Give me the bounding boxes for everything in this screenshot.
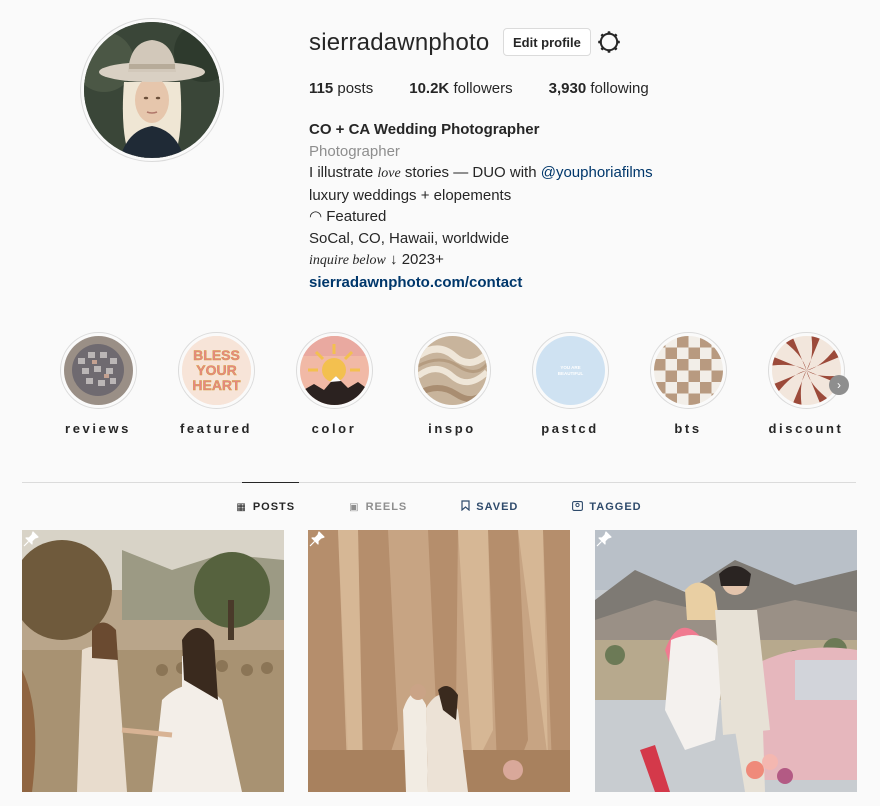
highlight-label[interactable]: bts bbox=[629, 421, 747, 436]
tab-label[interactable]: SAVED bbox=[476, 501, 518, 513]
active-tab-indicator bbox=[242, 482, 299, 483]
bio-mention-link[interactable]: @youphoriafilms bbox=[541, 164, 653, 181]
bio-line-1-pre: I illustrate bbox=[309, 164, 378, 181]
highlight-art-text-line1: BLESS bbox=[193, 347, 240, 363]
highlight-label[interactable]: reviews bbox=[39, 421, 157, 436]
highlight-ring[interactable]: YOU ARE BEAUTIFUL bbox=[531, 332, 609, 409]
bio-line-3: ◠ Featured bbox=[309, 208, 387, 225]
followers-count[interactable]: 10.2K bbox=[409, 80, 449, 97]
post-tile-3[interactable] bbox=[595, 530, 857, 792]
highlight-ring[interactable]: BLESS YOUR HEART bbox=[177, 332, 255, 409]
profile-avatar-ring[interactable] bbox=[80, 18, 224, 162]
highlight-bts[interactable]: bts bbox=[629, 332, 747, 436]
stat-followers[interactable]: 10.2K followers bbox=[409, 80, 512, 97]
post-photo-ceremony[interactable] bbox=[22, 530, 284, 792]
story-highlights: reviews BLESS YOUR HEART featured color … bbox=[40, 332, 880, 442]
profile-stats: 115 posts 10.2K followers 3,930 followin… bbox=[309, 80, 685, 97]
tab-label[interactable]: POSTS bbox=[253, 501, 295, 513]
highlight-inspo[interactable]: inspo bbox=[393, 332, 511, 436]
highlight-cover-checkerboard[interactable] bbox=[653, 336, 723, 405]
bio-line-4: SoCal, CO, Hawaii, worldwide bbox=[309, 229, 510, 247]
highlights-next-arrow-icon[interactable]: › bbox=[829, 375, 849, 395]
post-photo-canyon-kiss[interactable] bbox=[308, 530, 570, 792]
highlight-cover-you-are-beautiful[interactable]: YOU ARE BEAUTIFUL bbox=[535, 336, 605, 405]
highlight-label[interactable]: discount bbox=[747, 421, 865, 436]
reels-icon: ▣ bbox=[349, 501, 360, 513]
following-count[interactable]: 3,930 bbox=[549, 80, 587, 97]
highlight-cover-disco-ball[interactable] bbox=[63, 336, 133, 405]
highlight-cover-sunset-mountain[interactable] bbox=[299, 336, 369, 405]
highlight-pastcd[interactable]: YOU ARE BEAUTIFUL pastcd bbox=[511, 332, 629, 436]
profile-tabs: ▦ POSTS ▣ REELS SAVED TAGGED bbox=[22, 500, 856, 514]
bio-category: Photographer bbox=[309, 142, 400, 160]
bookmark-icon bbox=[461, 500, 470, 514]
highlight-art-text-line2: BEAUTIFUL bbox=[557, 371, 583, 376]
posts-label: posts bbox=[337, 80, 374, 97]
post-tile-2[interactable] bbox=[308, 530, 570, 792]
highlight-art-text-line2: YOUR bbox=[196, 362, 236, 378]
bio-line-5: inquire below ↓ 2023+ bbox=[309, 249, 653, 272]
highlight-cover-marble-swirl[interactable] bbox=[417, 336, 487, 405]
bio-line-5-rest: ↓ 2023+ bbox=[385, 251, 444, 268]
tab-saved[interactable]: SAVED bbox=[461, 500, 518, 514]
bio-name: CO + CA Wedding Photographer bbox=[309, 121, 540, 138]
pin-icon bbox=[23, 531, 39, 547]
highlight-color[interactable]: color bbox=[275, 332, 393, 436]
highlight-label[interactable]: featured bbox=[157, 421, 275, 436]
highlight-cover-bless-your-heart[interactable]: BLESS YOUR HEART bbox=[181, 336, 251, 405]
tab-reels[interactable]: ▣ REELS bbox=[349, 500, 407, 514]
highlight-ring[interactable] bbox=[59, 332, 137, 409]
bio-line-1: I illustrate love stories — DUO with @yo… bbox=[309, 162, 653, 185]
posts-count: 115 bbox=[309, 80, 334, 97]
tab-posts[interactable]: ▦ POSTS bbox=[236, 500, 295, 514]
pin-icon bbox=[309, 531, 325, 547]
edit-profile-button[interactable]: Edit profile bbox=[503, 28, 591, 56]
highlight-cover-swirl-rays[interactable] bbox=[771, 336, 841, 405]
tabs-divider bbox=[22, 482, 856, 483]
post-photo-vintage-car-couple[interactable] bbox=[595, 530, 857, 792]
highlight-reviews[interactable]: reviews bbox=[39, 332, 157, 436]
post-tile-1[interactable] bbox=[22, 530, 284, 792]
highlight-featured[interactable]: BLESS YOUR HEART featured bbox=[157, 332, 275, 436]
bio-line-5-italic: inquire below bbox=[309, 253, 386, 268]
stat-following[interactable]: 3,930 following bbox=[549, 80, 649, 97]
tab-label[interactable]: TAGGED bbox=[589, 501, 641, 513]
pin-icon bbox=[596, 531, 612, 547]
bio-line-1-mid: stories — DUO with bbox=[400, 164, 541, 181]
settings-gear-icon[interactable] bbox=[597, 30, 621, 54]
bio-line-1-italic: love bbox=[377, 166, 401, 181]
tagged-icon bbox=[572, 500, 584, 514]
stat-posts: 115 posts bbox=[309, 80, 373, 97]
highlight-art-text-line3: HEART bbox=[192, 377, 241, 393]
profile-username: sierradawnphoto bbox=[309, 29, 490, 56]
grid-icon: ▦ bbox=[236, 501, 247, 513]
highlight-label[interactable]: inspo bbox=[393, 421, 511, 436]
highlight-art-text-line1: YOU ARE bbox=[560, 365, 580, 370]
followers-label[interactable]: followers bbox=[453, 80, 512, 97]
tab-label[interactable]: REELS bbox=[366, 501, 408, 513]
profile-bio: CO + CA Wedding Photographer Photographe… bbox=[309, 119, 653, 293]
highlight-ring[interactable] bbox=[767, 332, 845, 409]
tab-tagged[interactable]: TAGGED bbox=[572, 500, 641, 514]
highlight-ring[interactable] bbox=[649, 332, 727, 409]
avatar[interactable] bbox=[84, 22, 220, 158]
highlight-ring[interactable] bbox=[295, 332, 373, 409]
highlight-label[interactable]: color bbox=[275, 421, 393, 436]
bio-website-link[interactable]: sierradawnphoto.com/contact bbox=[309, 272, 653, 294]
highlight-label[interactable]: pastcd bbox=[511, 421, 629, 436]
highlight-ring[interactable] bbox=[413, 332, 491, 409]
bio-line-2: luxury weddings + elopements bbox=[309, 186, 512, 204]
following-label[interactable]: following bbox=[590, 80, 648, 97]
